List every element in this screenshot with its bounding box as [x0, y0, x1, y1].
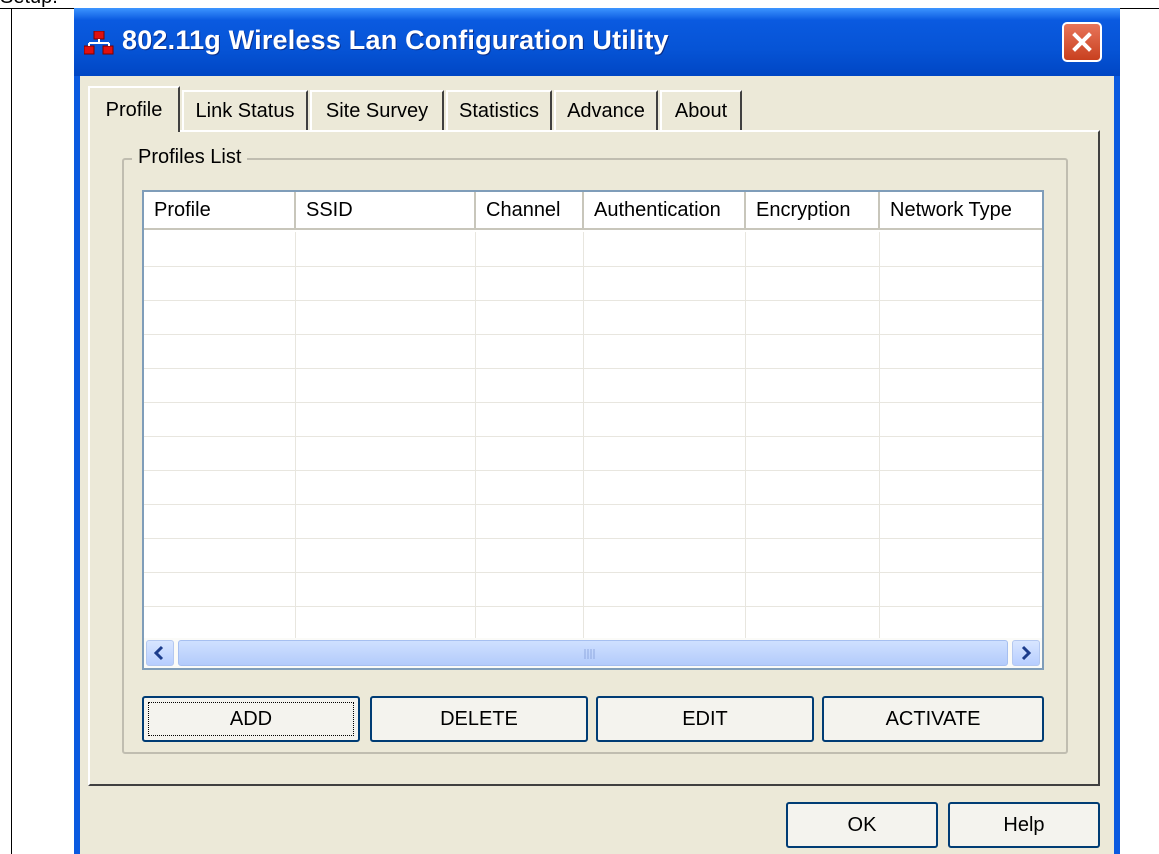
grid-line [144, 266, 1042, 267]
list-body[interactable] [144, 232, 1042, 638]
activate-button[interactable]: ACTIVATE [822, 696, 1044, 742]
activate-button-label: ACTIVATE [885, 707, 981, 730]
help-button[interactable]: Help [948, 802, 1100, 848]
edit-button-label: EDIT [682, 707, 728, 730]
scroll-thumb[interactable] [178, 640, 1008, 666]
grid-line [144, 606, 1042, 607]
ok-button-label: OK [847, 813, 877, 836]
grid-line [144, 538, 1042, 539]
grip-icon [584, 649, 595, 659]
grid-line [583, 232, 584, 638]
scroll-left-button[interactable] [146, 640, 174, 666]
title-bar[interactable]: 802.11g Wireless Lan Configuration Utili… [74, 8, 1120, 76]
focus-ring [148, 702, 354, 736]
close-icon [1072, 32, 1092, 52]
tab-label: About [674, 99, 728, 122]
grid-line [295, 232, 296, 638]
scroll-right-button[interactable] [1012, 640, 1040, 666]
tab-label: Profile [105, 98, 163, 121]
help-button-label: Help [1003, 813, 1045, 836]
column-header-authentication[interactable]: Authentication [584, 192, 746, 230]
tab-site-survey[interactable]: Site Survey [310, 90, 444, 130]
window-title: 802.11g Wireless Lan Configuration Utili… [122, 25, 669, 55]
grid-line [144, 334, 1042, 335]
close-button[interactable] [1062, 22, 1102, 62]
client-area: Profile Link Status Site Survey Statisti… [80, 76, 1114, 854]
chevron-right-icon [1021, 645, 1032, 661]
grid-line [879, 232, 880, 638]
tab-link-status[interactable]: Link Status [182, 90, 308, 130]
tab-statistics[interactable]: Statistics [446, 90, 552, 130]
column-header-encryption[interactable]: Encryption [746, 192, 880, 230]
edit-button[interactable]: EDIT [596, 696, 814, 742]
ok-button[interactable]: OK [786, 802, 938, 848]
column-header-channel[interactable]: Channel [476, 192, 584, 230]
column-header-network-type[interactable]: Network Type [880, 192, 1042, 230]
grid-line [144, 300, 1042, 301]
profiles-list-label: Profiles List [132, 146, 248, 169]
column-header-ssid[interactable]: SSID [296, 192, 476, 230]
config-utility-window: 802.11g Wireless Lan Configuration Utili… [74, 8, 1120, 854]
tab-label: Site Survey [325, 99, 429, 122]
frame-border [11, 8, 12, 854]
horizontal-scrollbar[interactable] [144, 638, 1042, 668]
tab-label: Statistics [458, 99, 540, 122]
tab-advance[interactable]: Advance [554, 90, 658, 130]
grid-line [144, 572, 1042, 573]
delete-button-label: DELETE [440, 707, 518, 730]
grid-line [144, 402, 1042, 403]
grid-line [144, 470, 1042, 471]
tab-label: Advance [567, 99, 645, 122]
tab-about[interactable]: About [660, 90, 742, 130]
tab-label: Link Status [195, 99, 295, 122]
grid-line [475, 232, 476, 638]
tab-profile[interactable]: Profile [88, 86, 180, 132]
delete-button[interactable]: DELETE [370, 696, 588, 742]
profiles-list[interactable]: Profile SSID Channel Authentication Encr… [142, 190, 1044, 670]
chevron-left-icon [153, 645, 164, 661]
network-app-icon [83, 30, 114, 55]
add-button[interactable]: ADD [142, 696, 360, 742]
grid-line [745, 232, 746, 638]
grid-line [144, 368, 1042, 369]
list-header: Profile SSID Channel Authentication Encr… [144, 192, 1042, 232]
column-header-profile[interactable]: Profile [144, 192, 296, 230]
grid-line [144, 436, 1042, 437]
grid-line [144, 504, 1042, 505]
